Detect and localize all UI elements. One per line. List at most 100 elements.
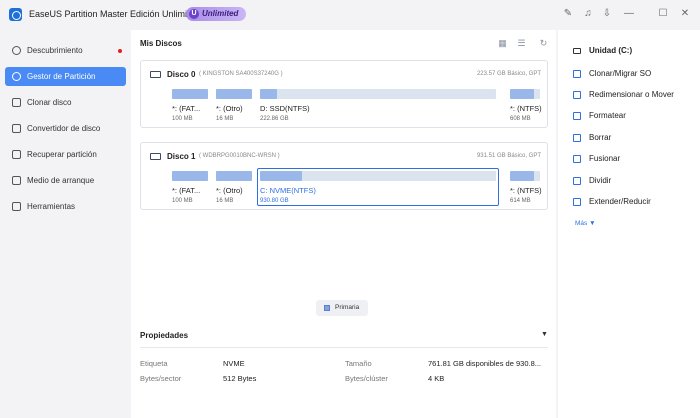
edition-badge: U Unlimited [186, 7, 246, 21]
notes-icon[interactable]: ✎ [562, 8, 574, 20]
properties-toggle-icon[interactable]: ▼ [541, 331, 548, 338]
more-actions-link[interactable]: Más ▼ [575, 220, 596, 227]
sidebar-item-label: Herramientas [27, 202, 76, 211]
sidebar-item-label: Descubrimiento [27, 46, 83, 55]
partition-usage-fill [260, 171, 303, 181]
partition-label: *: (FAT... [172, 104, 201, 113]
divider [140, 347, 548, 348]
disk-name: Disco 0 [167, 70, 196, 79]
format-icon [573, 112, 581, 120]
format-button[interactable]: Formatear [572, 109, 697, 123]
partition-label: *: (Otro) [216, 104, 243, 113]
disk-info: 931.51 GB Básico, GPT [476, 153, 541, 159]
partition-usage-fill [216, 171, 252, 181]
partition-bar [216, 89, 252, 99]
badge-label: Unlimited [202, 9, 239, 18]
sidebar-item-label: Convertidor de disco [27, 124, 101, 133]
partition-bar [260, 89, 496, 99]
bell-icon[interactable]: ♫ [582, 8, 594, 20]
partition-label: *: (NTFS) [510, 104, 542, 113]
delete-button[interactable]: Borrar [572, 131, 697, 145]
merge-icon [573, 155, 581, 163]
partition-bar [172, 89, 208, 99]
clone-migrate-os-button[interactable]: Clonar/Migrar SO [572, 67, 697, 81]
property-key: Bytes/sector [140, 374, 182, 383]
action-label: Borrar [589, 133, 612, 142]
properties-title: Propiedades [140, 331, 189, 340]
partition-label: *: (FAT... [172, 186, 201, 195]
action-label: Redimensionar o Mover [589, 90, 674, 99]
selected-drive-header: Unidad (C:) [572, 44, 697, 58]
compass-icon [12, 46, 21, 55]
grid-view-icon[interactable]: ▦ [498, 39, 507, 48]
pie-chart-icon [12, 72, 21, 81]
property-key: Tamaño [345, 359, 372, 368]
partition-bar [510, 89, 540, 99]
sidebar-item-label: Recuperar partición [27, 150, 97, 159]
partition-usage-fill [510, 89, 534, 99]
badge-icon: U [189, 9, 199, 19]
extend-icon [573, 198, 581, 206]
property-key: Bytes/clúster [345, 374, 388, 383]
partition-size: 614 MB [510, 198, 531, 204]
partition-bar [172, 171, 208, 181]
main-panel: Mis Discos ▦ ☰ ↻ Disco 0 ( KINGSTON SA40… [131, 30, 556, 418]
resize-icon [573, 91, 581, 99]
sidebar-item-boot-media[interactable]: Medio de arranque [5, 171, 126, 190]
trash-icon [573, 134, 581, 142]
convert-icon [12, 124, 21, 133]
sidebar-item-partition-manager[interactable]: Gestor de Partición [5, 67, 126, 86]
resize-move-button[interactable]: Redimensionar o Mover [572, 88, 697, 102]
toolbox-icon [12, 202, 21, 211]
action-label: Clonar/Migrar SO [589, 69, 652, 78]
sidebar-item-recover-partition[interactable]: Recuperar partición [5, 145, 126, 164]
partition-size: 222.86 GB [260, 116, 289, 122]
property-value: 761.81 GB disponibles de 930.8... [428, 359, 541, 368]
merge-button[interactable]: Fusionar [572, 152, 697, 166]
partition-bar [260, 171, 496, 181]
drive-icon [573, 48, 581, 54]
disk-name: Disco 1 [167, 152, 196, 161]
partition-usage-fill [172, 171, 208, 181]
sidebar-item-tools[interactable]: Herramientas [5, 197, 126, 216]
partition-bar [216, 171, 252, 181]
sidebar-item-clone-disk[interactable]: Clonar disco [5, 93, 126, 112]
partition-usage-fill [260, 89, 277, 99]
boot-media-icon [12, 176, 21, 185]
download-icon[interactable]: ⇩ [601, 8, 613, 20]
selected-drive-label: Unidad (C:) [589, 46, 633, 55]
partition-size: 100 MB [172, 198, 193, 204]
minimize-icon[interactable]: — [623, 8, 635, 20]
partition-label: D: SSD(NTFS) [260, 104, 310, 113]
partition-label: *: (NTFS) [510, 186, 542, 195]
partition-label: C: NVME(NTFS) [260, 186, 316, 195]
notification-dot [118, 49, 122, 53]
property-value: 512 Bytes [223, 374, 257, 383]
property-value: 4 KB [428, 374, 445, 383]
hard-disk-icon [150, 71, 161, 78]
refresh-icon[interactable]: ↻ [539, 39, 548, 48]
partition-usage-fill [172, 89, 208, 99]
sidebar-item-disk-converter[interactable]: Convertidor de disco [5, 119, 126, 138]
disk-model: ( WDBRPG0010BNC-WRSN ) [199, 153, 280, 159]
legend-swatch [324, 305, 330, 311]
close-icon[interactable]: ✕ [679, 8, 691, 20]
split-button[interactable]: Dividir [572, 174, 697, 188]
action-label: Fusionar [589, 154, 621, 163]
hard-disk-icon [150, 153, 161, 160]
page-title: Mis Discos [140, 39, 182, 48]
partition-type-legend: Primaria [316, 300, 368, 316]
extend-shrink-button[interactable]: Extender/Reducir [572, 195, 697, 209]
list-view-icon[interactable]: ☰ [517, 39, 526, 48]
maximize-icon[interactable]: ☐ [657, 8, 669, 20]
clone-icon [12, 98, 21, 107]
sidebar-item-discovery[interactable]: Descubrimiento [5, 41, 126, 60]
partition-size: 608 MB [510, 116, 531, 122]
sidebar-item-label: Medio de arranque [27, 176, 95, 185]
property-value: NVME [223, 359, 245, 368]
partition-size: 16 MB [216, 198, 234, 204]
disk-card[interactable]: Disco 0 ( KINGSTON SA400S37240G ) 223.57… [140, 60, 548, 128]
action-label: Dividir [589, 176, 612, 185]
disk-card[interactable]: Disco 1 ( WDBRPG0010BNC-WRSN ) 931.51 GB… [140, 142, 548, 210]
sidebar-item-label: Gestor de Partición [27, 72, 96, 81]
